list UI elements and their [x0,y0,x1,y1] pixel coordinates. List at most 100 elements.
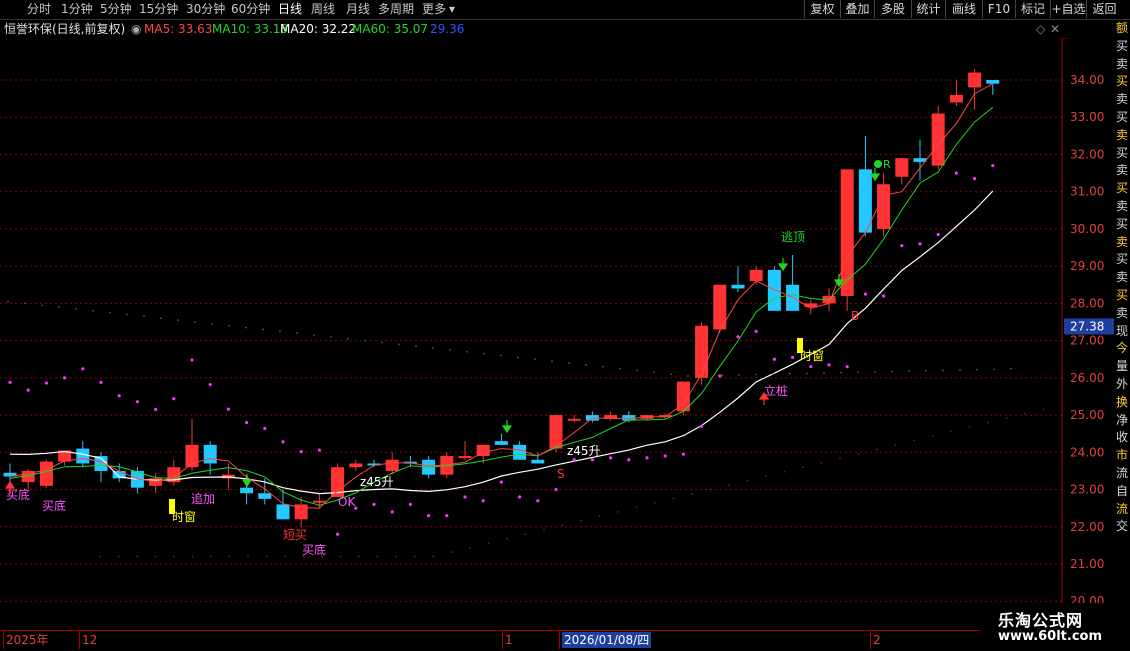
projection-dot-0 [7,300,9,303]
right-strip-char-22: 净 [1116,412,1129,427]
period-tab-5[interactable]: 60分钟 [231,1,270,18]
candle-37 [676,381,690,416]
candle-52 [949,80,963,107]
toolbar-button-3[interactable]: 统计 [911,0,945,18]
toolbar-button-2[interactable]: 多股 [874,0,911,18]
projection-dot-43 [738,373,740,376]
projection-dot-1 [24,302,26,305]
date-axis-label-0: 2025年 [6,633,49,647]
projection-dot-30 [517,356,519,359]
toolbar-button-6[interactable]: 标记 [1015,0,1050,18]
ma20-value: MA20: 32.22 [280,22,357,36]
lower-band-dot-7 [228,555,231,558]
sar-dot-32 [590,458,595,462]
projection-dot-28 [483,352,485,355]
sar-dot-38 [700,424,704,428]
candle-19 [349,459,363,471]
projection-dot-51 [874,370,876,373]
toolbar-button-0[interactable]: 复权 [804,0,840,18]
period-tab-10[interactable]: 更多 [422,1,446,18]
candle-body-19 [349,463,363,468]
projection-dot-52 [891,370,893,373]
candle-body-43 [786,284,800,311]
candle-30 [549,415,563,453]
right-strip-char-9: 买 [1116,181,1129,196]
candle-28 [513,441,527,460]
sar-dot-21 [390,510,394,514]
candle-40 [731,266,745,293]
lower-band-dot-25 [561,524,564,527]
candlestick-chart[interactable]: 34.00 33.00 32.00 31.00 30.00 29.00 28.00 27.00… [0,38,1116,630]
period-tab-0[interactable]: 分时 [27,1,51,18]
lower-band-dot-9 [265,555,268,558]
ma60-value: MA60: 35.07 [352,22,429,36]
period-tab-7[interactable]: 周线 [311,1,335,18]
label-buy-bottom-3: 买底 [302,542,326,557]
y-tick-label-11: 23.00 [1070,483,1104,497]
right-strip-char-15: 买 [1116,288,1129,302]
candle-17 [312,493,326,509]
candle-body-27 [494,441,508,445]
period-toolbar: 分时 1分钟 5分钟 15分钟 30分钟 60分钟 日线 周线 月线 多周期 更多 ▾ 复权 叠加 多股 统计… [0,0,1130,20]
close-icon[interactable]: ✕ [1050,20,1060,38]
projection-dot-54 [925,369,927,372]
right-strip-char-21: 换 [1116,394,1129,409]
sar-dot-16 [299,449,303,454]
y-tick-label-8: 26.00 [1070,371,1104,385]
label-add: 追加 [191,491,215,506]
period-tab-2[interactable]: 5分钟 [100,1,132,18]
period-tab-9[interactable]: 多周期 [378,1,414,18]
label-buy-bottom-2: 买底 [42,498,66,513]
ma10-value: MA10: 33.18 [212,22,289,36]
toolbar-button-1[interactable]: 叠加 [840,0,874,18]
settings-icon[interactable]: ◉ [131,20,141,38]
candle-body-40 [731,284,745,289]
period-tab-3[interactable]: 15分钟 [139,1,178,18]
lower-band-dot-4 [173,555,175,558]
sar-dot-31 [572,458,576,462]
projection-dot-35 [602,365,604,368]
toolbar-button-7[interactable]: +自选 [1050,0,1086,18]
sar-dot-28 [518,495,522,499]
period-tab-8[interactable]: 月线 [346,1,370,18]
period-tab-4[interactable]: 30分钟 [186,1,225,18]
projection-dot-27 [466,350,468,353]
lower-band-dot-36 [765,475,767,478]
projection-dot-48 [823,372,825,374]
candle-42 [767,266,781,311]
lower-band-dot-39 [820,461,823,464]
toolbar-button-5[interactable]: F10 [982,0,1015,18]
projection-dot-25 [432,347,434,349]
candle-body-13 [240,487,254,494]
sar-dot-27 [499,480,503,484]
projection-dot-6 [109,311,111,314]
chevron-down-icon[interactable]: ▾ [449,1,455,18]
lower-band-dot-47 [968,426,971,428]
sar-dot-17 [317,448,321,452]
toolbar-button-8[interactable]: 返回 [1086,0,1122,18]
right-strip-char-7: 买 [1116,145,1129,160]
diamond-icon[interactable]: ◇ [1036,20,1045,38]
toolbar-button-4[interactable]: 画线 [945,0,982,18]
label-time-window-1: 时窗 [172,510,196,524]
signal-arrow-2 [501,420,513,434]
projection-dot-36 [619,367,621,370]
period-tab-1[interactable]: 1分钟 [61,1,93,18]
right-strip-char-5: 买 [1116,110,1129,124]
projection-dot-58 [993,368,995,371]
candle-51 [931,106,945,170]
label-short-buy: 短买 [283,528,307,542]
period-tab-6[interactable]: 日线 [278,1,302,18]
projection-dot-49 [840,371,842,374]
right-strip-char-25: 流 [1116,466,1129,480]
projection-dot-33 [568,362,570,364]
projection-dot-56 [959,369,961,371]
signal-arrow-1 [241,474,253,488]
projection-dot-4 [75,308,77,310]
sar-dot-40 [736,335,740,339]
sar-dot-45 [827,363,831,367]
sar-dot-13 [245,420,249,425]
projection-dot-17 [296,332,298,335]
right-strip-char-24: 市 [1116,448,1129,463]
candle-20 [367,459,381,468]
